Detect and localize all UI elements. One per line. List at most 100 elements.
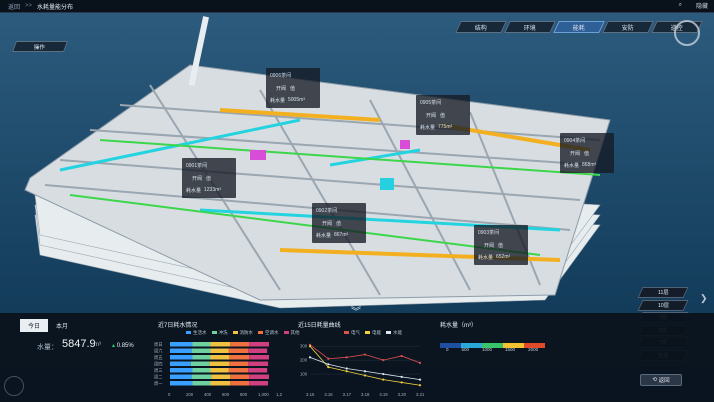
data-point (382, 378, 385, 381)
bar-segment (191, 348, 211, 353)
y-tick-label: 200 (300, 358, 308, 363)
scale-tick: 2000 (528, 347, 539, 352)
data-point (345, 370, 348, 373)
page-title: 水耗量能分布 (37, 4, 74, 11)
room-card[interactable]: 0905茶间 开阀 值 耗水量 775m³ (416, 95, 470, 135)
room-card[interactable]: 0904茶间 开阀 值 耗水量 868m³ (560, 133, 614, 173)
collapse-right-icon[interactable]: ❯ (700, 293, 708, 304)
compass-logo-icon[interactable] (674, 20, 700, 46)
bar-segment (248, 348, 268, 353)
bar-segment (170, 374, 192, 379)
room-name: 0904茶间 (564, 138, 586, 144)
fifteen-day-title: 近15日耗量曲线 (298, 323, 341, 329)
room-water-label: 耗水量 (186, 188, 202, 194)
legend-item: 空调水 (258, 330, 279, 336)
bar-segment (210, 355, 230, 360)
x-tick-label: 3.21 (416, 392, 425, 397)
bar-segment (170, 381, 193, 386)
x-tick-label: 1,200 (276, 392, 282, 397)
room-valve-label: 开阀 (276, 86, 287, 92)
data-point (327, 357, 330, 360)
room-valve-value: 值 (290, 86, 296, 92)
room-valve-value: 值 (498, 243, 504, 249)
fifteen-day-legend: 电气 电能 水能 (344, 330, 402, 336)
tab-month[interactable]: 本月 (48, 319, 76, 332)
room-card[interactable]: 0906茶间 开阀 值 耗水量 5005m³ (266, 68, 320, 108)
legend-item: 消防水 (232, 330, 253, 336)
room-highlight-magenta (250, 150, 266, 160)
category-label: 周五 (154, 355, 163, 361)
chevron-down-icon[interactable]: ︾ (351, 303, 361, 318)
x-tick-label: 800 (240, 392, 248, 397)
water-scale-title: 耗水量（m³） (440, 323, 477, 329)
bar-segment (192, 342, 211, 347)
room-water-value: 775m³ (438, 124, 453, 130)
data-point (382, 359, 385, 362)
data-point (327, 365, 330, 369)
scale-tick: 500 (461, 347, 470, 352)
tab-security[interactable]: 安防 (602, 21, 654, 33)
data-point (418, 384, 422, 387)
bar-segment (191, 374, 212, 379)
room-card[interactable]: 0901茶间 开阀 值 耗水量 1233m³ (182, 158, 236, 198)
water-label: 水量： (37, 344, 58, 351)
scale-tick: 1000 (482, 347, 493, 352)
period-tabs: 今日 本月 (20, 319, 76, 332)
x-tick-label: 3.16 (324, 392, 333, 397)
return-button[interactable]: ⟲ 返回 (640, 374, 682, 386)
floor-10[interactable]: 10层 (637, 299, 689, 311)
category-label: 周一 (154, 381, 163, 387)
room-valve-label: 开阀 (322, 221, 333, 227)
tab-structure[interactable]: 结构 (455, 21, 507, 33)
room-card[interactable]: 0902茶间 开阀 值 耗水量 867m³ (312, 203, 366, 243)
y-tick-label: 100 (300, 372, 308, 377)
bar-segment (190, 361, 210, 366)
category-label: 周二 (154, 375, 163, 381)
room-water-value: 867m³ (334, 232, 349, 238)
tab-today[interactable]: 今日 (20, 319, 49, 332)
legend-item: 生活水 (186, 330, 207, 336)
room-name: 0901茶间 (186, 163, 208, 169)
navigation-compass-icon[interactable] (4, 376, 24, 396)
x-tick-label: 0 (168, 392, 171, 397)
bar-segment (249, 381, 269, 386)
seven-day-chart: 周日周六周五周四周三周二周一 0 200 400 600 800 1,000 1,200 (154, 342, 282, 397)
bar-segment (192, 355, 211, 360)
seven-day-title: 近7日耗水情况 (158, 323, 198, 329)
search-icon[interactable]: ⌕ (679, 2, 682, 9)
room-valve-label: 开阀 (484, 243, 495, 249)
y-tick-label: 300 (300, 344, 308, 349)
category-label: 周日 (154, 342, 163, 348)
bar-segment (228, 368, 249, 373)
room-valve-label: 开阀 (570, 151, 581, 157)
water-unit: m³ (94, 342, 101, 348)
x-tick-label: 600 (222, 392, 230, 397)
room-water-label: 耗水量 (316, 233, 332, 239)
operations-button[interactable]: 操作 (11, 41, 69, 52)
category-label: 周六 (154, 348, 163, 355)
room-valve-label: 开阀 (426, 113, 437, 119)
mode-tabs: 结构 环境 能耗 安防 巡控 (455, 21, 703, 33)
tab-energy[interactable]: 能耗 (553, 21, 605, 33)
water-value: 5847.9 (62, 338, 96, 350)
bar-segment (210, 342, 231, 347)
x-tick-label: 1,000 (258, 392, 269, 397)
bar-segment (170, 342, 193, 347)
bar-segment (249, 374, 269, 379)
bar-segment (170, 361, 191, 366)
floor-11[interactable]: 11层 (637, 287, 689, 298)
data-point (382, 372, 385, 376)
tab-environment[interactable]: 环境 (504, 21, 556, 33)
hide-button[interactable]: 隐藏 (696, 1, 708, 10)
data-point (418, 378, 422, 381)
room-water-label: 耗水量 (420, 125, 436, 131)
breadcrumb-back[interactable]: 返回 (8, 2, 20, 11)
bar-segment (210, 381, 231, 386)
room-water-value: 652m³ (496, 254, 511, 260)
bar-segment (192, 381, 211, 386)
room-name: 0903茶间 (478, 230, 500, 236)
change-value: 0.85% (116, 343, 134, 349)
bar-segment (249, 342, 269, 347)
room-highlight-magenta-2 (400, 140, 410, 149)
room-card[interactable]: 0903茶间 开阀 值 耗水量 652m³ (474, 225, 528, 265)
